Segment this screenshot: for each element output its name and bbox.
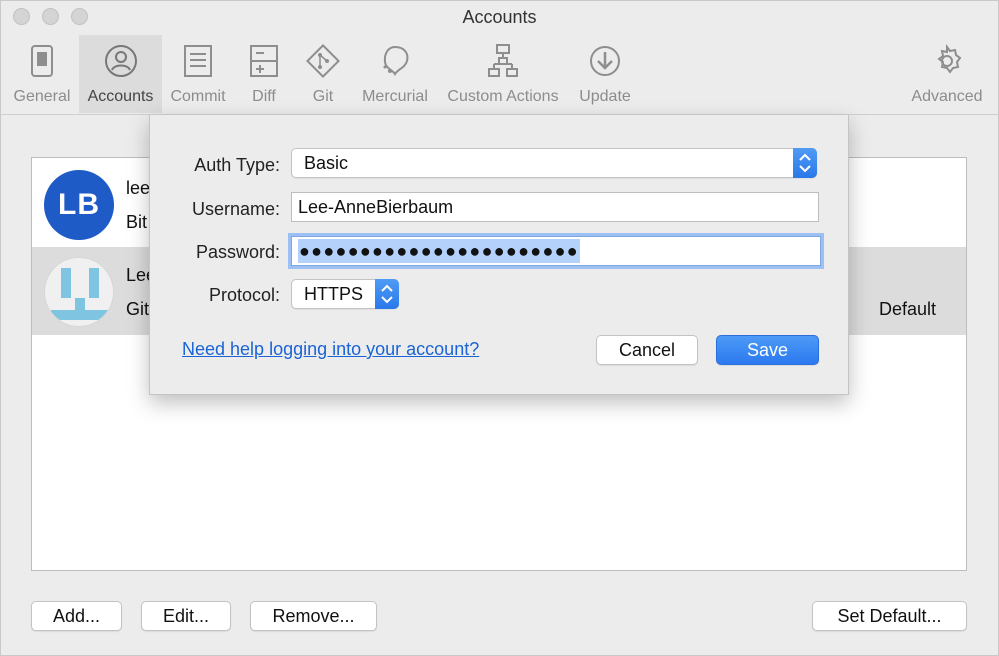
username-label: Username:	[191, 199, 280, 219]
tab-accounts[interactable]: Accounts	[79, 35, 162, 113]
auth-type-label: Auth Type:	[194, 155, 280, 175]
protocol-select[interactable]: HTTPS	[291, 279, 399, 309]
tab-label: Custom Actions	[447, 88, 559, 105]
tab-label: Git	[312, 88, 334, 105]
tab-label: Accounts	[87, 88, 154, 105]
chevron-updown-icon	[793, 148, 817, 178]
password-masked-value: ●●●●●●●●●●●●●●●●●●●●●●●	[298, 239, 580, 263]
preferences-window: Accounts General Accounts Commit Diff Gi…	[0, 0, 999, 656]
remove-account-button[interactable]: Remove...	[250, 601, 377, 631]
account-service: Bit	[126, 212, 148, 232]
set-default-button[interactable]: Set Default...	[812, 601, 967, 631]
tab-advanced[interactable]: Advanced	[905, 35, 989, 113]
tab-git[interactable]: Git	[297, 35, 349, 113]
tab-label: Advanced	[911, 88, 983, 105]
account-edit-sheet: Auth Type: Basic Username: Lee-AnneBierb…	[149, 115, 849, 395]
diff-icon	[246, 43, 282, 79]
tab-commit[interactable]: Commit	[165, 35, 231, 113]
tab-mercurial[interactable]: Mercurial	[355, 35, 435, 113]
default-badge: Default	[878, 299, 936, 319]
title-bar: Accounts	[1, 1, 998, 35]
hierarchy-icon	[485, 43, 521, 79]
tab-custom-actions[interactable]: Custom Actions	[440, 35, 566, 113]
tab-update[interactable]: Update	[571, 35, 639, 113]
protocol-label: Protocol:	[208, 285, 280, 305]
tab-label: Diff	[252, 88, 276, 105]
mercurial-icon	[377, 43, 413, 79]
switch-icon	[24, 43, 60, 79]
add-account-button[interactable]: Add...	[31, 601, 122, 631]
avatar	[44, 257, 114, 327]
auth-type-value: Basic	[304, 153, 349, 173]
save-button[interactable]: Save	[716, 335, 819, 365]
chevron-updown-icon	[375, 279, 399, 309]
username-field[interactable]: Lee-AnneBierbaum	[291, 192, 819, 222]
cancel-button[interactable]: Cancel	[596, 335, 698, 365]
avatar: LB	[44, 170, 114, 240]
download-icon	[587, 43, 623, 79]
tab-label: General	[13, 88, 71, 105]
auth-type-select[interactable]: Basic	[291, 148, 817, 178]
document-icon	[180, 43, 216, 79]
tab-diff[interactable]: Diff	[237, 35, 291, 113]
gear-icon	[929, 43, 965, 79]
protocol-value: HTTPS	[304, 284, 364, 304]
window-title: Accounts	[462, 7, 537, 27]
git-icon	[305, 43, 341, 79]
tab-label: Update	[579, 88, 631, 105]
tab-label: Commit	[170, 88, 226, 105]
user-icon	[103, 43, 139, 79]
tab-label: Mercurial	[362, 88, 428, 105]
account-name: lee	[126, 178, 151, 198]
preferences-toolbar: General Accounts Commit Diff Git Mercuri…	[1, 35, 998, 115]
tab-general[interactable]: General	[5, 35, 79, 113]
password-label: Password:	[195, 242, 280, 262]
account-service: Git	[126, 299, 150, 319]
edit-account-button[interactable]: Edit...	[141, 601, 231, 631]
password-field[interactable]: ●●●●●●●●●●●●●●●●●●●●●●●	[291, 236, 821, 266]
login-help-link[interactable]: Need help logging into your account?	[182, 339, 479, 360]
identicon-icon	[51, 268, 109, 320]
